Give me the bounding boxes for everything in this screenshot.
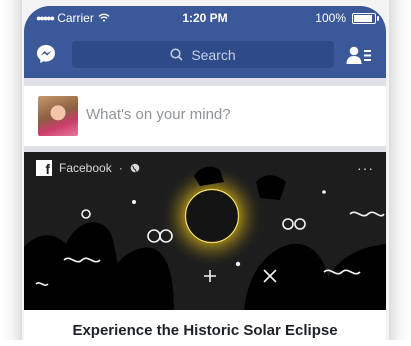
search-placeholder: Search (191, 46, 236, 63)
composer-placeholder[interactable]: What's on your mind? (86, 106, 231, 123)
messenger-icon[interactable] (36, 44, 56, 64)
post-title[interactable]: Experience the Historic Solar Eclipse (24, 322, 386, 339)
moon-disc (186, 190, 238, 242)
battery-fill (354, 14, 372, 22)
friend-requests-icon[interactable] (346, 45, 372, 65)
phone-edge-right (389, 0, 411, 340)
battery-percent: 100% (315, 11, 346, 25)
search-icon (170, 48, 183, 61)
search-input[interactable]: Search (72, 41, 334, 68)
post-header: f Facebook · (36, 160, 140, 176)
phone-screen: ●●●●● Carrier 1:20 PM 100% Search What's… (24, 6, 386, 346)
post-card[interactable]: f Facebook · ··· Experience the Historic… (24, 152, 386, 346)
facebook-logo-icon[interactable]: f (36, 160, 52, 176)
phone-frame: ●●●●● Carrier 1:20 PM 100% Search What's… (0, 0, 411, 346)
status-bar: ●●●●● Carrier 1:20 PM 100% (24, 6, 386, 28)
nav-bar: Search (24, 36, 386, 72)
battery-info: 100% (315, 11, 379, 25)
more-options-icon[interactable]: ··· (357, 160, 374, 176)
status-composer[interactable]: What's on your mind? (24, 86, 386, 146)
eclipse-illustration[interactable]: f Facebook · ··· (24, 152, 386, 310)
app-header: ●●●●● Carrier 1:20 PM 100% Search (24, 6, 386, 78)
phone-edge-left (0, 0, 22, 340)
post-separator: · (118, 161, 123, 175)
avatar[interactable] (38, 96, 78, 136)
battery-icon (352, 12, 379, 24)
post-author[interactable]: Facebook (59, 161, 112, 175)
globe-icon (130, 163, 140, 173)
